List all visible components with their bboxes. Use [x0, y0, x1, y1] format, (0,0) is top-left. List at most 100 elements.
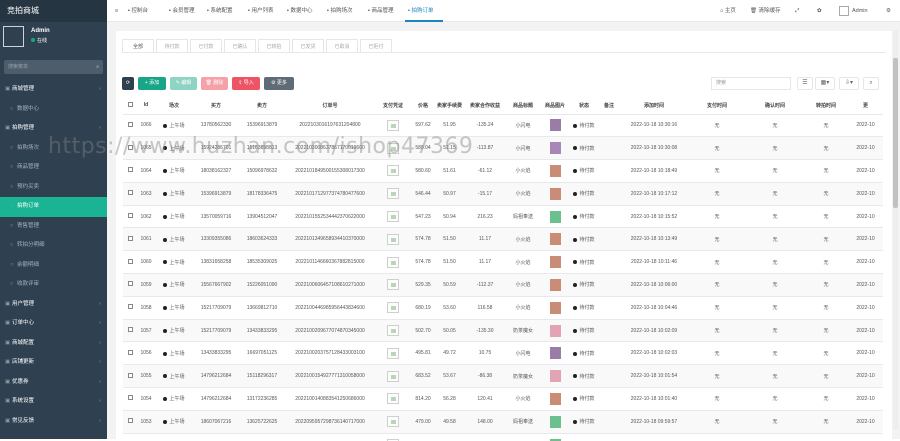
sidebar-item[interactable]: ○ 余额明细: [0, 256, 107, 276]
nav-tab[interactable]: ▪ 用户列表: [248, 0, 274, 22]
row-checkbox[interactable]: [127, 349, 133, 355]
sidebar-item[interactable]: ▣ 商城管理 ‹: [0, 80, 107, 100]
column-header[interactable]: 卖家手续费: [435, 97, 464, 115]
product-image[interactable]: [549, 370, 561, 383]
payment-proof-image[interactable]: [387, 393, 399, 405]
sidebar-item[interactable]: ○ 预约买卖: [0, 178, 107, 198]
row-checkbox[interactable]: [127, 327, 133, 333]
table-row[interactable]: 1058 上午场 15217709079 13669812710 20221004469…: [123, 296, 883, 320]
status-tab[interactable]: 已取消: [326, 39, 358, 53]
column-header[interactable]: 转拍时间: [804, 97, 848, 115]
table-row[interactable]: 1059 上午场 15567667902 15226051090 20221006064…: [123, 273, 883, 297]
column-header[interactable]: 商品图片: [540, 97, 570, 115]
product-image[interactable]: [549, 324, 561, 337]
nav-tab[interactable]: ▪ 数据中心: [287, 0, 313, 22]
table-row[interactable]: 1060 上午场 13831658258 18535309025 20221011466…: [123, 250, 883, 275]
payment-proof-image[interactable]: [387, 416, 399, 428]
table-row[interactable]: 1057 上午场 15217709079 13433833295 20221002096…: [123, 319, 883, 343]
payment-proof-image[interactable]: [387, 302, 399, 314]
edit-button[interactable]: ✎ 编辑: [170, 77, 197, 90]
settings-icon[interactable]: ⚙: [886, 0, 891, 22]
column-header[interactable]: 支付凭证: [375, 97, 411, 115]
table-row[interactable]: 1064 上午场 18038162327 15096978632 20221018495…: [123, 159, 883, 183]
sidebar-item[interactable]: ○ 寄售管理: [0, 217, 107, 237]
status-tab[interactable]: 待付款: [156, 39, 188, 53]
payment-proof-image[interactable]: [387, 233, 399, 245]
product-image[interactable]: [549, 347, 561, 360]
sidebar-item[interactable]: ▣ 店铺更新 ‹: [0, 353, 107, 373]
column-header[interactable]: 买方: [193, 97, 239, 115]
column-header[interactable]: 确认时间: [746, 97, 804, 115]
status-tab[interactable]: 已确认: [224, 39, 256, 53]
status-tab[interactable]: 已拒付: [360, 39, 392, 53]
sidebar-item[interactable]: ○ 转拍分明细: [0, 236, 107, 256]
columns-icon[interactable]: ▦▾: [815, 77, 835, 90]
table-row[interactable]: 1052上午场150993796321331911489420220957297…: [123, 433, 883, 441]
fullscreen-icon[interactable]: ⤢: [795, 0, 799, 22]
table-search-input[interactable]: 搜索: [711, 77, 791, 90]
sidebar-item[interactable]: ○ 商品管理: [0, 158, 107, 178]
product-image[interactable]: [549, 210, 561, 223]
avatar[interactable]: [3, 26, 24, 47]
column-header[interactable]: 卖家合作收益: [464, 97, 506, 115]
sidebar-item[interactable]: ▣ 优惠券 ‹: [0, 373, 107, 393]
payment-proof-image[interactable]: [387, 119, 399, 131]
column-header[interactable]: 备注: [598, 97, 620, 115]
table-row[interactable]: 1062 上午场 13570059716 13904512047 20221015525…: [123, 205, 883, 229]
table-row[interactable]: 1055 上午场 14796212684 15118296317 20221001549…: [123, 364, 883, 389]
row-checkbox[interactable]: [127, 304, 133, 310]
sidebar-item[interactable]: ▣ 系统设置 ‹: [0, 392, 107, 412]
row-checkbox[interactable]: [127, 190, 133, 196]
sidebar-item[interactable]: ○ 数据中心: [0, 100, 107, 120]
column-header[interactable]: 更: [848, 97, 883, 115]
status-tab[interactable]: 全部: [122, 39, 154, 53]
payment-proof-image[interactable]: [387, 211, 399, 223]
row-checkbox[interactable]: [127, 258, 133, 264]
payment-proof-image[interactable]: [387, 325, 399, 337]
sidebar-item[interactable]: ▣ 订单中心 ‹: [0, 314, 107, 334]
payment-proof-image[interactable]: [387, 165, 399, 177]
import-button[interactable]: ⇪ 导入: [232, 77, 260, 90]
nav-tab[interactable]: ▪ 拍购订单: [408, 0, 434, 22]
nav-tab[interactable]: ▪ 会员管理: [169, 0, 195, 22]
column-header[interactable]: 价格: [411, 97, 435, 115]
product-image[interactable]: [549, 278, 561, 291]
sidebar-item[interactable]: ▣ 商城配置 ‹: [0, 334, 107, 354]
row-checkbox[interactable]: [127, 395, 133, 401]
row-checkbox[interactable]: [127, 213, 133, 219]
home-link[interactable]: ⌂ 主页: [720, 0, 736, 22]
toggle-view-icon[interactable]: ☰: [797, 77, 813, 90]
nav-tab[interactable]: ▪ 系统配置: [207, 0, 233, 22]
payment-proof-image[interactable]: [387, 279, 399, 291]
advanced-search-icon[interactable]: ⌕: [863, 77, 879, 90]
table-row[interactable]: 1056 上午场 13433833295 16697051125 20221002037…: [123, 341, 883, 366]
more-button[interactable]: ⚙ 更多: [264, 77, 294, 90]
row-checkbox[interactable]: [127, 167, 133, 173]
select-all-checkbox[interactable]: [127, 101, 133, 107]
nav-tab[interactable]: ▪ 控制台: [128, 0, 148, 22]
payment-proof-image[interactable]: [387, 188, 399, 200]
column-header[interactable]: 商品标题: [506, 97, 540, 115]
table-row[interactable]: 1054 上午场 14796212684 13172236285 20221001408…: [123, 387, 883, 411]
row-checkbox[interactable]: [127, 121, 133, 127]
row-checkbox[interactable]: [127, 372, 133, 378]
column-header[interactable]: 添加时间: [620, 97, 688, 115]
status-tab[interactable]: 已发货: [292, 39, 324, 53]
product-image[interactable]: [549, 256, 561, 269]
column-header[interactable]: 场次: [155, 97, 193, 115]
column-header[interactable]: 支付时间: [688, 97, 746, 115]
payment-proof-image[interactable]: [387, 256, 399, 268]
product-image[interactable]: [549, 164, 561, 177]
row-checkbox[interactable]: [127, 418, 133, 424]
refresh-button[interactable]: ⟳: [122, 77, 134, 90]
product-image[interactable]: [549, 415, 561, 428]
sidebar-item[interactable]: ○ 拍购订单: [0, 197, 107, 217]
product-image[interactable]: [549, 119, 561, 132]
scrollbar-thumb[interactable]: [893, 58, 898, 208]
sidebar-search-input[interactable]: 搜索菜单 ⌕: [4, 60, 103, 74]
product-image[interactable]: [549, 142, 561, 155]
theme-icon[interactable]: ✿: [817, 0, 822, 22]
menu-toggle-icon[interactable]: ≡: [115, 0, 118, 22]
export-icon[interactable]: ⇩▾: [839, 77, 859, 90]
column-header[interactable]: Id: [137, 97, 155, 115]
